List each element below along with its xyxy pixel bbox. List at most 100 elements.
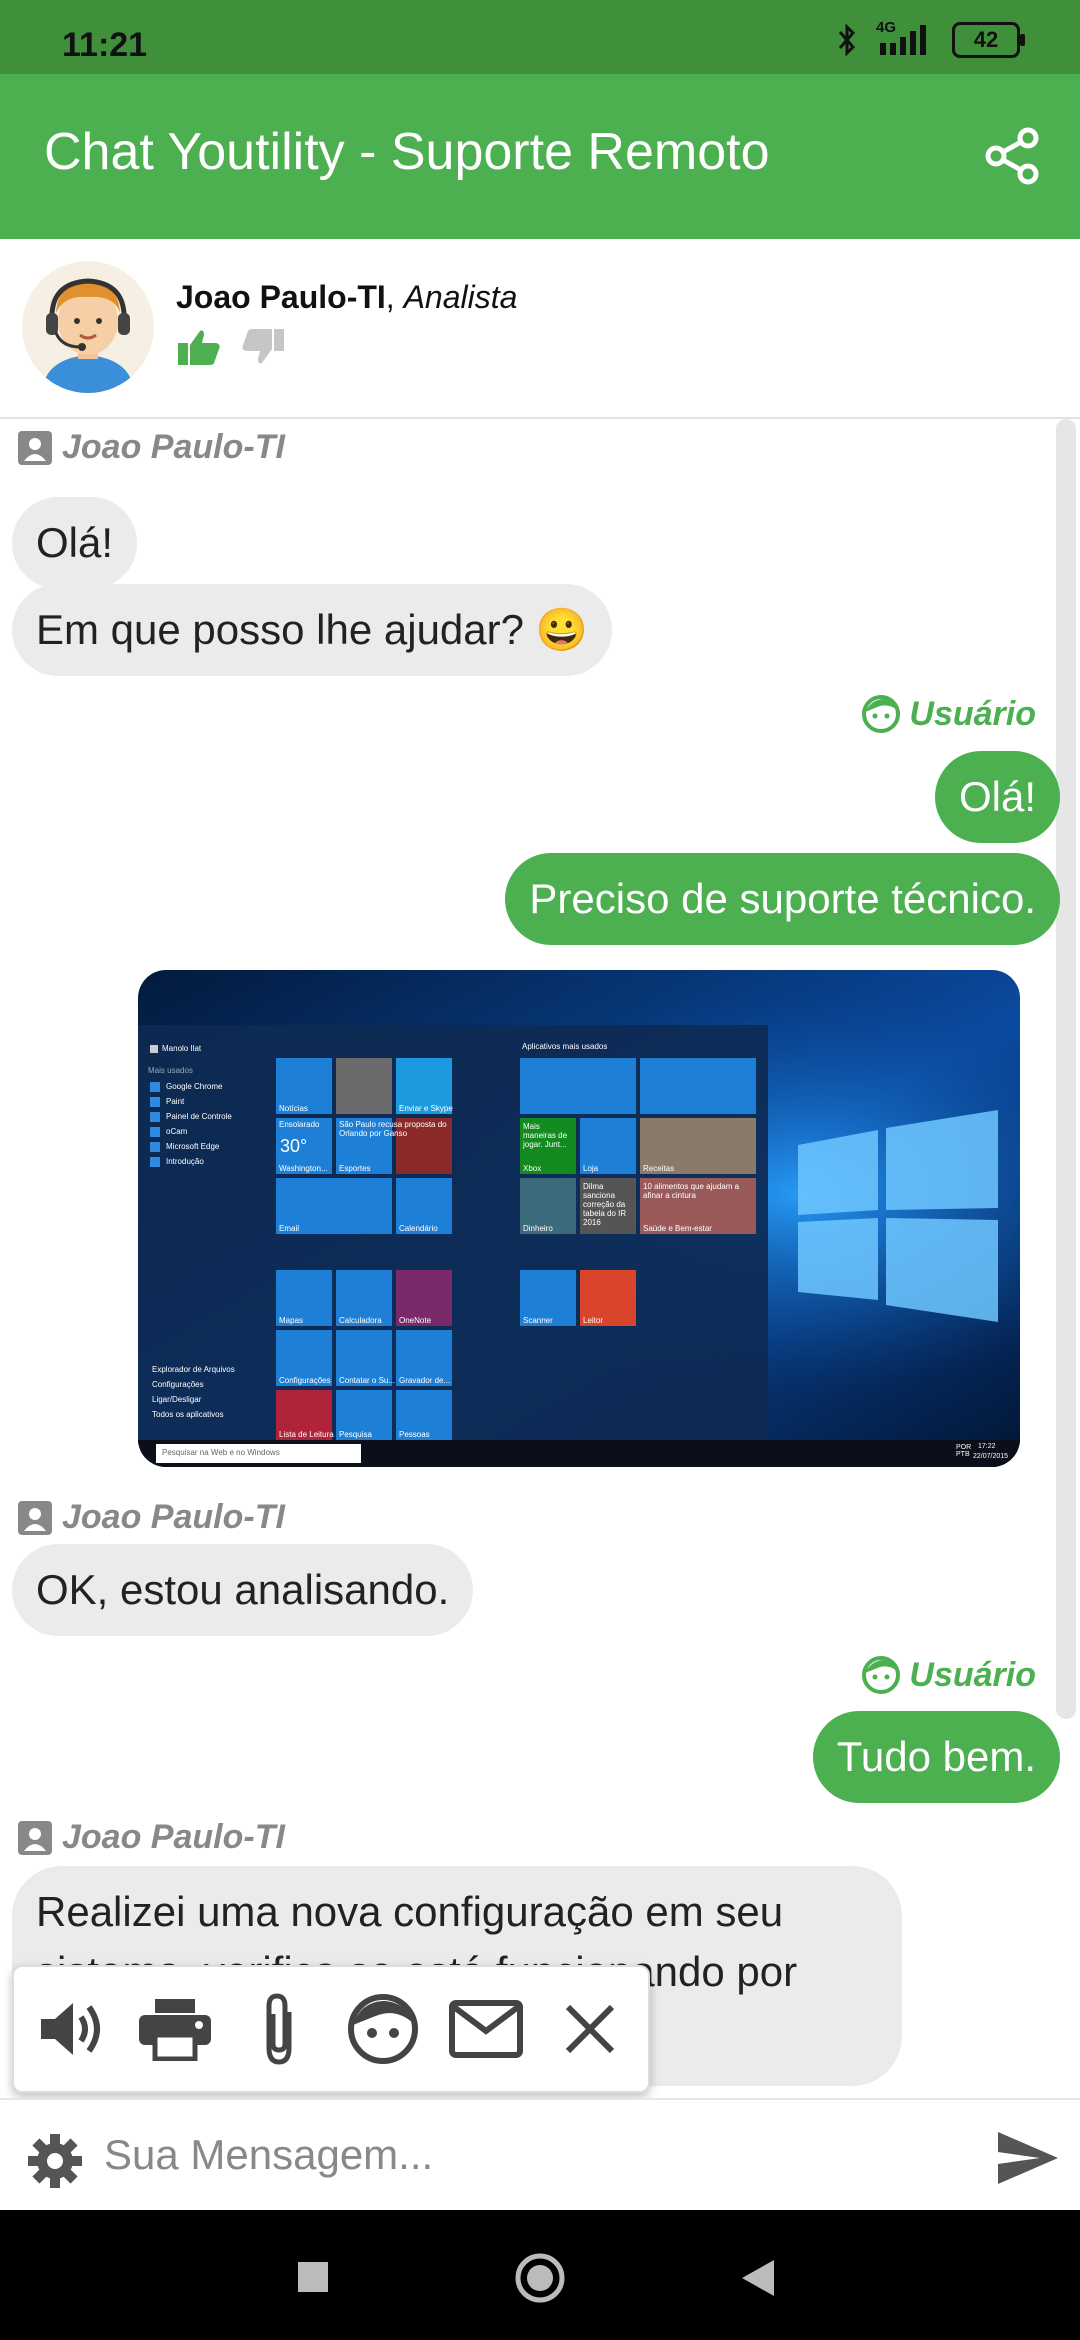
volume-icon [40,2003,100,2055]
agent-message: Olá! [12,497,138,589]
status-time: 11:21 [62,26,148,64]
ss-bottom-item: Configurações [152,1380,204,1389]
app-bar: Chat Youtility - Suporte Remoto [0,74,1080,239]
ss-tile-label: Email [279,1224,300,1233]
volume-button[interactable] [33,1990,111,2068]
ss-bottom-item: Explorador de Arquivos [152,1365,235,1374]
ss-tile-label: OneNote [399,1316,432,1325]
ss-tile-label: 10 alimentos que ajudam a afinar a cintu… [643,1182,740,1200]
close-button[interactable] [551,1990,629,2068]
ss-tile-label: Leitor [583,1316,604,1325]
action-toolbar [12,1965,650,2093]
ss-tile-label: Enviar e Skype [399,1104,453,1113]
ss-app: Google Chrome [166,1082,223,1091]
close-icon [565,2004,615,2054]
app-title: Chat Youtility - Suporte Remoto [44,123,770,181]
ss-tile-label: Calendário [399,1224,438,1233]
ss-app: oCam [166,1127,188,1136]
ss-tile-label: Mapas [279,1316,304,1325]
ss-tray-lang: POR PTB [956,1444,972,1458]
battery-level: 42 [973,27,999,52]
ss-tile-label: Loja [583,1164,599,1173]
user-face-icon [862,1656,901,1694]
bluetooth-icon [838,23,856,57]
ss-tile-label: Calculadora [339,1316,382,1325]
user-face-icon [347,1994,418,2064]
print-icon [139,1999,212,2061]
mail-button[interactable] [447,1990,525,2068]
ss-tile-label: Ensolarado [279,1120,320,1129]
user-sender-name: Usuário [909,1655,1036,1694]
chat-scrollbar[interactable] [1056,419,1076,1719]
ss-tile-label: Esportes [339,1164,371,1173]
contact-icon [18,430,52,465]
ss-app: Painel de Controle [166,1112,232,1121]
ss-tile-label: Xbox [523,1164,542,1173]
agent-message: OK, estou analisando. [12,1544,474,1636]
agent-header: Joao Paulo-TI, Analista [0,239,1080,419]
thumbs-up-icon[interactable] [176,327,222,367]
user-sender-label: Usuário [861,1655,1036,1695]
ss-app: Paint [166,1097,185,1106]
ss-tray-date: 22/07/2015 [973,1453,1009,1460]
battery-icon: 42 [952,22,1025,58]
ss-tile-label: 30° [280,1136,308,1156]
ss-tile-label: Pesquisa [339,1430,372,1439]
thumbs-down-icon[interactable] [240,327,286,367]
ss-tile-label: Washington... [279,1164,328,1173]
send-icon[interactable] [996,2130,1060,2186]
agent-name: Joao Paulo-TI [176,279,386,315]
agent-name-separator: , [385,279,404,315]
recents-icon[interactable] [296,2260,330,2294]
ss-tile-label: Contatar o Su... [339,1376,396,1385]
attach-button[interactable] [240,1990,318,2068]
ss-bottom-item: Ligar/Desligar [152,1395,202,1404]
agent-name-line: Joao Paulo-TI, Analista [176,279,517,316]
ss-tile-label: Mais maneiras de jogar. Junt... [523,1122,568,1149]
gear-icon[interactable] [26,2132,84,2190]
message-input-bar [0,2098,1080,2212]
agent-sender-label: Joao Paulo-TI [16,1498,285,1537]
user-button[interactable] [344,1990,422,2068]
ss-tile-label: Dinheiro [523,1224,553,1233]
rating-buttons [176,327,286,367]
ss-tile-label: Notícias [279,1104,308,1113]
status-icons: 4G 42 [836,19,1025,58]
agent-sender-name: Joao Paulo-TI [62,1498,285,1536]
agent-avatar [22,261,154,393]
system-nav-bar [0,2210,1080,2340]
message-input[interactable] [102,2124,966,2186]
ss-group-title: Aplicativos mais usados [522,1042,608,1051]
print-button[interactable] [136,1990,214,2068]
signal-icon: 4G [876,19,934,57]
ss-search-placeholder: Pesquisar na Web e no Windows [162,1448,280,1457]
agent-sender-label: Joao Paulo-TI [16,1818,285,1857]
agent-sender-label: Joao Paulo-TI [16,428,285,467]
ss-most-used: Mais usados [148,1066,193,1075]
status-bar: 11:21 4G 42 [0,0,1080,74]
ss-app: Introdução [166,1157,204,1166]
home-icon[interactable] [514,2252,566,2304]
ss-tile-label: Receitas [643,1164,675,1173]
attach-icon [266,1993,292,2065]
shared-screenshot-image[interactable]: Manolo Ilat Mais usados Google Chrome Pa… [138,970,1020,1467]
back-icon[interactable] [740,2258,776,2298]
agent-role: Analista [403,279,518,315]
agent-sender-name: Joao Paulo-TI [62,1818,285,1856]
ss-tile-label: Lista de Leitura [279,1430,334,1439]
agent-message: Em que posso lhe ajudar? 😀 [12,584,612,676]
ss-user-name: Manolo Ilat [162,1044,202,1053]
user-face-icon [862,695,901,733]
ss-app: Microsoft Edge [166,1142,220,1151]
user-message: Olá! [934,751,1060,843]
ss-tile-label: São Paulo recusa proposta do Orlando por… [339,1120,447,1138]
ss-tile-label: Dilma sanciona correção da tabela do IR … [583,1182,627,1227]
user-message: Tudo bem. [812,1711,1060,1803]
ss-tile-label: Pessoas [399,1430,430,1439]
share-icon[interactable] [982,126,1042,186]
contact-icon [18,1500,52,1535]
user-sender-label: Usuário [861,694,1036,734]
ss-tile-label: Gravador de... [399,1376,451,1385]
ss-tray-time: 17:22 [978,1443,996,1450]
ss-tile-label: Saúde e Bem-estar [643,1224,712,1233]
